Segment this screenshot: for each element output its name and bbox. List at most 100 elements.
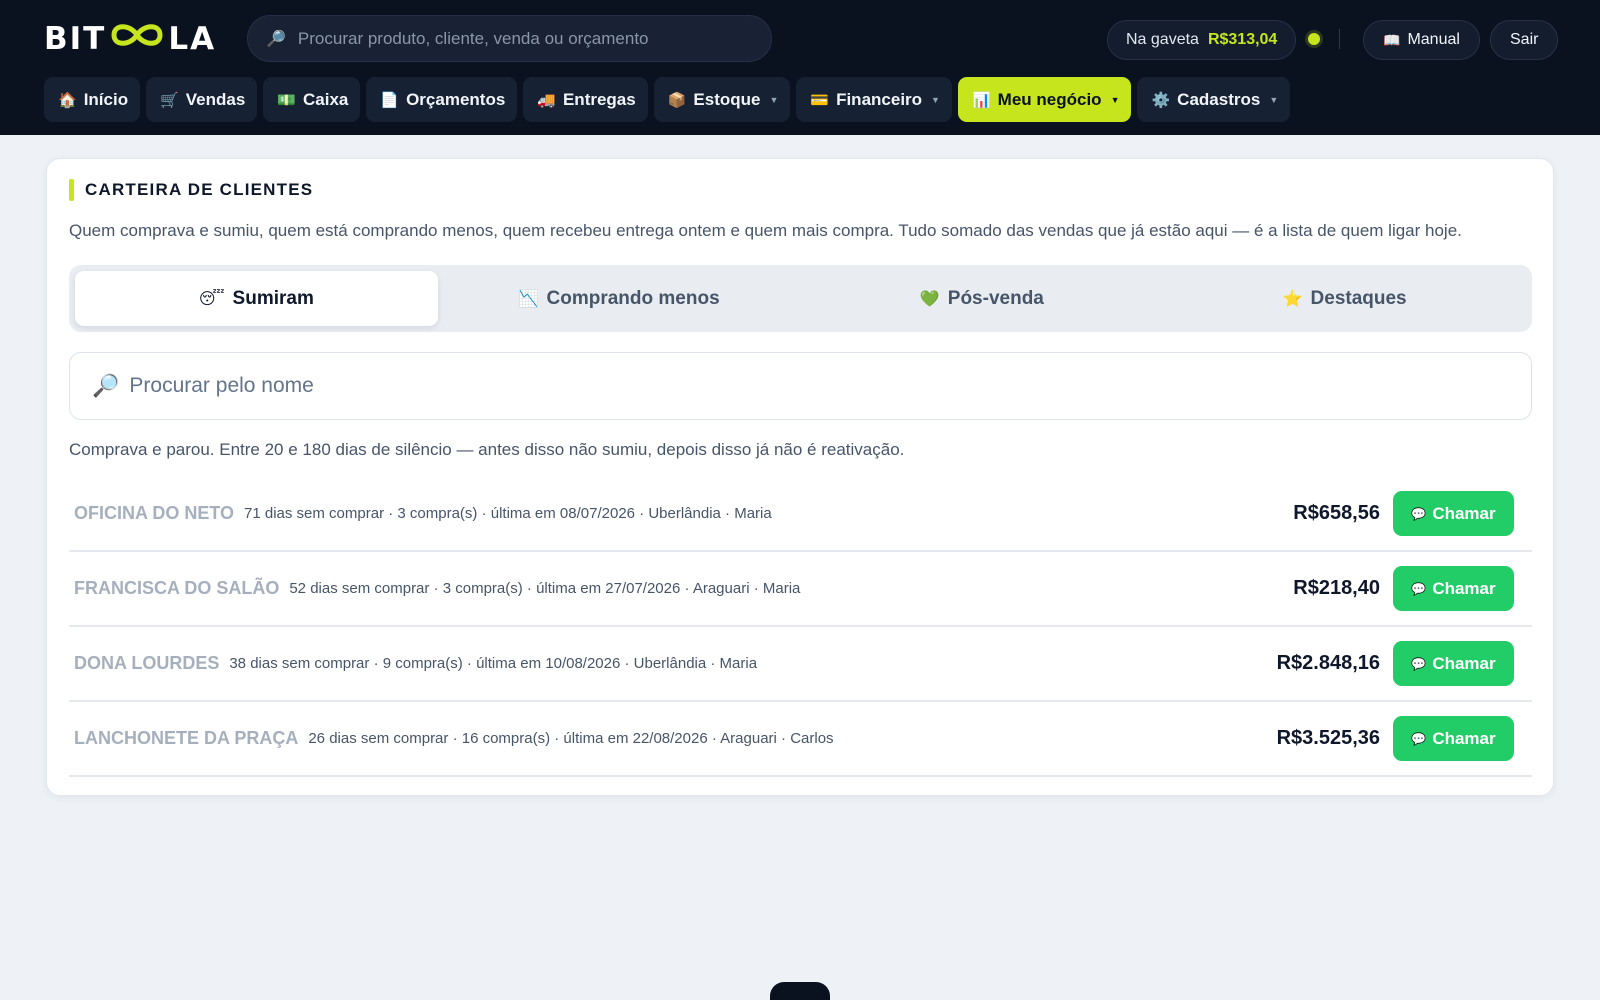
customer-value: R$2.848,16 (1276, 652, 1380, 674)
list-item: OFICINA DO NETO 71 dias sem comprar · 3 … (69, 477, 1532, 552)
green-heart-icon: 💚 (919, 290, 940, 308)
nav-item-inicio[interactable]: 🏠 Início (44, 77, 141, 122)
cash-drawer-badge: Na gaveta R$313,04 (1107, 20, 1297, 60)
list-item: LANCHONETE DA PRAÇA 26 dias sem comprar … (69, 702, 1532, 777)
call-button[interactable]: 💬 Chamar (1393, 491, 1514, 536)
nav-label: Caixa (303, 89, 349, 109)
customer-value: R$658,56 (1293, 502, 1380, 524)
logout-button[interactable]: Sair (1490, 20, 1559, 60)
magnifier-icon: 🔎 (92, 373, 120, 398)
segment-hint: Comprava e parou. Entre 20 e 180 dias de… (69, 440, 905, 459)
call-button[interactable]: 💬 Chamar (1393, 566, 1514, 611)
nav-label: Orçamentos (406, 89, 506, 109)
nav-label: Início (83, 89, 129, 109)
box-icon: 📦 (667, 91, 687, 109)
sleeping-face-icon: 😴 (198, 290, 225, 308)
segment-tabs: 😴 Sumiram 📉 Comprando menos 💚 Pós-venda … (69, 265, 1532, 332)
speech-bubble-icon: 💬 (1411, 731, 1427, 746)
chevron-down-icon: ▼ (931, 94, 940, 105)
top-bar: BIT LA 🔎 Na gaveta R$313,04 📖 Manual Sai… (0, 0, 1600, 135)
customer-search-input[interactable] (129, 374, 1430, 398)
nav-label: Cadastros (1177, 89, 1261, 109)
header-divider (1339, 29, 1340, 49)
customer-portfolio-card: CARTEIRA DE CLIENTES Quem comprava e sum… (46, 158, 1554, 796)
nav-item-vendas[interactable]: 🛒 Vendas (146, 77, 258, 122)
nav-item-financeiro[interactable]: 💳 Financeiro ▼ (796, 77, 952, 122)
logo-text-right: LA (168, 21, 217, 57)
manual-button[interactable]: 📖 Manual (1363, 20, 1480, 60)
nav-label: Financeiro (836, 89, 923, 109)
customer-name[interactable]: LANCHONETE DA PRAÇA (74, 728, 298, 749)
manual-label: Manual (1407, 31, 1460, 48)
nav-item-cadastros[interactable]: ⚙️ Cadastros ▼ (1137, 77, 1291, 122)
global-search-input[interactable] (297, 28, 738, 49)
nav-label: Meu negócio (997, 89, 1102, 109)
card-icon: 💳 (810, 91, 830, 109)
customer-meta: 38 dias sem comprar · 9 compra(s) · últi… (229, 655, 758, 672)
tab-label: Sumiram (232, 287, 314, 309)
tab-label: Pós-venda (947, 287, 1044, 309)
customer-list: OFICINA DO NETO 71 dias sem comprar · 3 … (69, 477, 1532, 777)
logo-text-left: BIT (44, 21, 107, 57)
customer-meta: 71 dias sem comprar · 3 compra(s) · últi… (244, 505, 772, 522)
customer-name[interactable]: OFICINA DO NETO (74, 503, 234, 524)
call-label: Chamar (1432, 503, 1496, 523)
call-label: Chamar (1432, 578, 1496, 598)
cash-icon: 💵 (277, 91, 297, 109)
call-label: Chamar (1432, 653, 1496, 673)
nav-item-estoque[interactable]: 📦 Estoque ▼ (653, 77, 791, 122)
house-icon: 🏠 (58, 91, 77, 109)
main-nav: 🏠 Início 🛒 Vendas 💵 Caixa 📄 Orçamentos 🚚… (44, 77, 1291, 122)
tab-label: Destaques (1310, 287, 1407, 309)
tab-destaques[interactable]: ⭐ Destaques (1163, 271, 1526, 326)
book-icon: 📖 (1383, 31, 1401, 48)
drawer-label: Na gaveta (1126, 31, 1199, 48)
drawer-amount: R$313,04 (1207, 31, 1278, 48)
nav-item-caixa[interactable]: 💵 Caixa (263, 77, 361, 122)
nav-label: Entregas (562, 89, 636, 109)
customer-value: R$3.525,36 (1276, 727, 1380, 749)
call-button[interactable]: 💬 Chamar (1393, 641, 1514, 686)
cart-icon: 🛒 (160, 91, 179, 109)
speech-bubble-icon: 💬 (1411, 581, 1427, 596)
call-button[interactable]: 💬 Chamar (1393, 716, 1514, 761)
customer-meta: 26 dias sem comprar · 16 compra(s) · últ… (308, 730, 834, 747)
speech-bubble-icon: 💬 (1411, 656, 1427, 671)
chart-icon: 📊 (971, 91, 991, 109)
customer-value: R$218,40 (1293, 577, 1380, 599)
star-icon: ⭐ (1282, 290, 1303, 308)
gear-icon: ⚙️ (1151, 91, 1171, 109)
global-search[interactable]: 🔎 (247, 15, 772, 62)
logout-label: Sair (1510, 31, 1539, 48)
nav-item-entregas[interactable]: 🚚 Entregas (523, 77, 648, 122)
nav-label: Vendas (185, 89, 246, 109)
list-item: FRANCISCA DO SALÃO 52 dias sem comprar ·… (69, 552, 1532, 627)
chart-down-icon: 📉 (518, 290, 539, 308)
nav-label: Estoque (693, 89, 761, 109)
chevron-down-icon: ▼ (769, 94, 779, 105)
tab-comprando-menos[interactable]: 📉 Comprando menos (438, 271, 801, 326)
chevron-down-icon: ▼ (1269, 94, 1279, 105)
app-logo[interactable]: BIT LA (44, 20, 217, 58)
card-description: Quem comprava e sumiu, quem está compran… (69, 221, 1462, 240)
document-icon: 📄 (380, 91, 400, 109)
card-title: CARTEIRA DE CLIENTES (69, 179, 313, 201)
customer-name[interactable]: DONA LOURDES (74, 653, 219, 674)
tab-sumiram[interactable]: 😴 Sumiram (75, 271, 438, 326)
nav-item-meu-negocio[interactable]: 📊 Meu negócio ▼ (957, 77, 1132, 122)
search-icon: 🔎 (266, 30, 286, 48)
tab-label: Comprando menos (546, 287, 720, 309)
tab-pos-venda[interactable]: 💚 Pós-venda (801, 271, 1164, 326)
truck-icon: 🚚 (537, 91, 556, 109)
infinity-logo-icon (108, 20, 166, 58)
online-status-dot (1308, 33, 1320, 45)
customer-meta: 52 dias sem comprar · 3 compra(s) · últi… (289, 580, 801, 597)
floating-bottom-tab[interactable] (770, 982, 830, 1000)
call-label: Chamar (1432, 728, 1496, 748)
chevron-down-icon: ▼ (1110, 94, 1120, 105)
customer-search[interactable]: 🔎 (69, 352, 1532, 420)
speech-bubble-icon: 💬 (1411, 506, 1427, 521)
list-item: DONA LOURDES 38 dias sem comprar · 9 com… (69, 627, 1532, 702)
customer-name[interactable]: FRANCISCA DO SALÃO (74, 578, 279, 599)
nav-item-orcamentos[interactable]: 📄 Orçamentos (366, 77, 518, 122)
